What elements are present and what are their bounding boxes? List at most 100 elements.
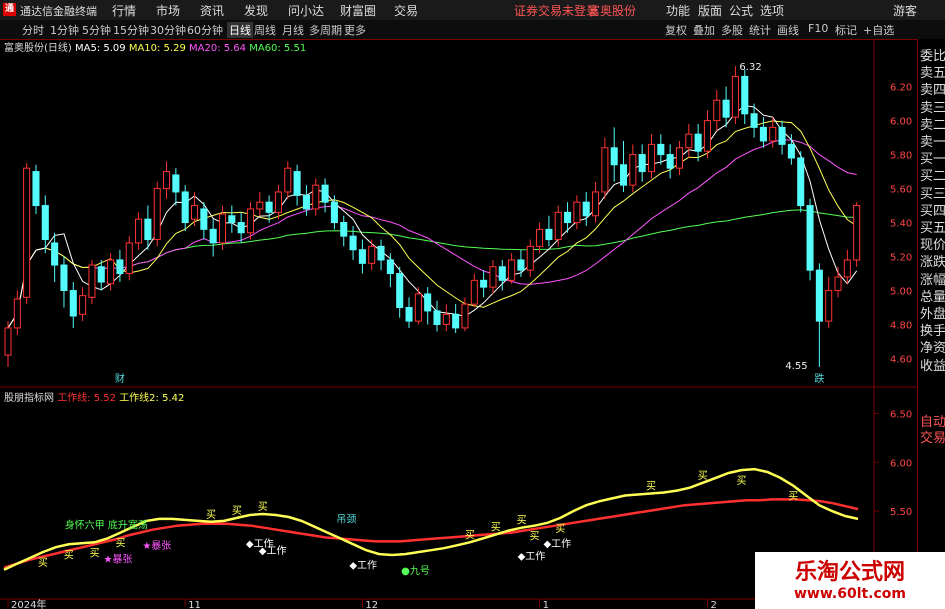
buy-signal: 买: [115, 538, 125, 550]
candle-body: [293, 171, 301, 196]
buy-signal: 买: [491, 522, 501, 534]
chart-tool-button[interactable]: 叠加: [693, 22, 715, 38]
quote-panel-label: 涨跌: [920, 255, 945, 271]
price-tick-label: 5.20: [890, 253, 912, 264]
period-tab[interactable]: 分时: [22, 22, 44, 38]
candle-body: [405, 307, 413, 322]
price-tick-label: 5.00: [890, 287, 912, 298]
candle-body: [610, 147, 618, 166]
period-tab[interactable]: 5分钟: [82, 22, 111, 38]
candle-body: [190, 205, 199, 220]
price-tick-label: 4.80: [890, 321, 912, 332]
time-tick-label: 2024年: [11, 598, 46, 609]
period-tab[interactable]: 60分钟: [187, 22, 223, 38]
chart-tool-button[interactable]: 统计: [749, 22, 771, 38]
candle-body: [358, 249, 366, 264]
candle-body: [508, 259, 516, 281]
buy-signal: 买: [646, 481, 656, 493]
candle-body: [573, 201, 581, 224]
chart-tool-button[interactable]: 复权: [665, 22, 687, 38]
candle-body: [79, 295, 87, 315]
price-extreme-label: 4.55: [785, 361, 807, 372]
period-tab[interactable]: 15分钟: [113, 22, 149, 38]
menu-item[interactable]: 交易: [394, 2, 418, 19]
buy-signal: 买: [64, 549, 74, 561]
app-logo-icon: 通: [3, 3, 16, 16]
quote-panel-label: 换手: [920, 324, 945, 340]
candle-body: [51, 242, 59, 266]
chart-area[interactable]: 4.604.805.005.205.405.605.806.006.205.00…: [0, 39, 917, 609]
candle-body: [125, 242, 133, 275]
menu-item[interactable]: 问小达: [288, 2, 324, 19]
indicator-info: 股朋指标网 工作线: 5.52 工作线2: 5.42: [4, 391, 184, 404]
work-signal: ◆工作: [518, 551, 546, 563]
candle-body: [442, 313, 450, 326]
chart-tool-button[interactable]: 标记: [835, 22, 857, 38]
candle-body: [41, 205, 49, 241]
indicator-signal-label: 吊颈: [336, 513, 356, 525]
chart-tool-button[interactable]: +自选: [863, 22, 894, 38]
menu-item[interactable]: 资讯: [200, 2, 224, 19]
price-extreme-label: 6.32: [739, 62, 761, 73]
candle-body: [806, 205, 814, 271]
period-tab[interactable]: 周线: [254, 22, 276, 38]
candle-body: [592, 191, 600, 217]
quote-panel-label: 涨幅: [920, 272, 945, 288]
menu-right-item[interactable]: 功能: [666, 2, 690, 19]
menu-item[interactable]: 发现: [244, 2, 268, 19]
candle-body: [666, 154, 674, 169]
candle-body: [769, 126, 777, 142]
time-tick-label: 1: [543, 600, 549, 609]
watermark-title: 乐淘公式网: [794, 560, 905, 585]
menu-item[interactable]: 财富圈: [340, 2, 376, 19]
login-notice[interactable]: 证券交易未登录: [514, 2, 598, 19]
candle-body: [797, 157, 805, 207]
quote-panel-label: 外盘: [920, 307, 945, 322]
stock-name-header: 富奥股份: [588, 4, 637, 18]
chart-tool-button[interactable]: F10: [808, 22, 828, 35]
candle-body: [675, 147, 684, 169]
candle-body: [209, 228, 217, 244]
period-tab[interactable]: 日线: [227, 22, 253, 38]
quote-panel-label: 委比: [920, 49, 945, 64]
candle-body: [163, 171, 171, 190]
candle-body: [256, 201, 264, 210]
chart-tool-button[interactable]: 多股: [721, 22, 743, 38]
period-tab[interactable]: 30分钟: [150, 22, 186, 38]
menu-right-item[interactable]: 选项: [760, 2, 784, 19]
candle-body: [265, 201, 273, 213]
candle-body: [60, 264, 68, 292]
indicator-tick-label: 6.00: [890, 458, 912, 469]
candle-body: [843, 259, 851, 278]
price-tick-label: 5.60: [890, 185, 912, 196]
period-tab[interactable]: 1分钟: [50, 22, 79, 38]
candle-body: [554, 211, 562, 241]
candle-body: [601, 147, 609, 193]
menu-right-item[interactable]: 版面: [698, 2, 722, 19]
candle-body: [144, 218, 152, 241]
menu-right-item[interactable]: 公式: [729, 2, 753, 19]
menu-item[interactable]: 行情: [112, 2, 136, 19]
buy-signal: 买: [38, 557, 48, 569]
candle-body: [321, 184, 329, 203]
candle-body: [759, 126, 767, 142]
buy-signal: 买: [465, 529, 475, 541]
candle-body: [582, 201, 590, 217]
buy-signal: 买: [530, 531, 540, 543]
quote-panel-label: 卖四: [920, 83, 945, 99]
candle-body: [32, 171, 40, 207]
candle-body: [349, 235, 357, 251]
guest-label[interactable]: 游客: [893, 2, 917, 19]
period-tab[interactable]: 更多: [344, 22, 366, 38]
price-tick-label: 6.00: [890, 117, 912, 128]
main-chart-marker: 跌: [814, 372, 824, 385]
period-tab[interactable]: 月线: [282, 22, 304, 38]
work-signal: ◆工作: [543, 538, 571, 550]
candle-body: [461, 303, 469, 329]
period-tab[interactable]: 多周期: [309, 22, 342, 38]
menu-item[interactable]: 市场: [156, 2, 180, 19]
candle-body: [218, 213, 227, 244]
candle-body: [396, 273, 404, 309]
buy-signal: 买: [90, 547, 100, 559]
chart-tool-button[interactable]: 画线: [777, 22, 799, 38]
